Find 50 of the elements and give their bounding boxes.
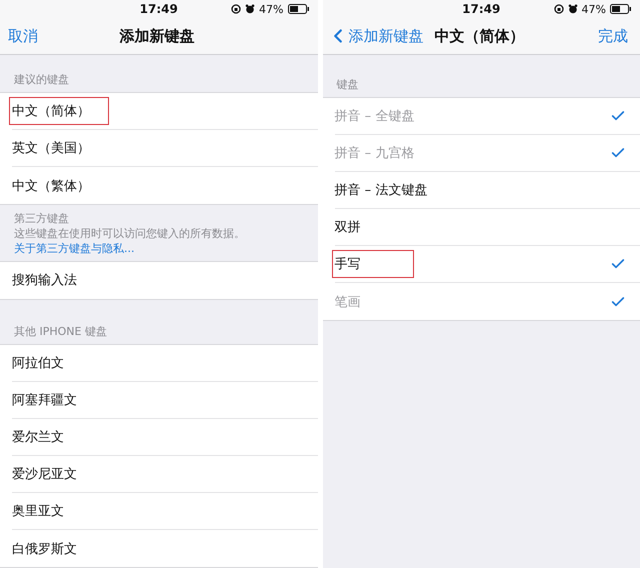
keyboard-label: 拼音 – 全键盘 — [334, 108, 416, 126]
keyboard-label: 笔画 — [334, 294, 362, 312]
nav-title: 中文（简体） — [434, 26, 524, 46]
keyboard-row[interactable]: 手写 — [334, 246, 640, 283]
alarm-icon — [245, 4, 256, 14]
keyboard-label: 阿拉伯文 — [11, 355, 65, 374]
keyboard-row[interactable]: 白俄罗斯文 — [12, 530, 318, 568]
keyboard-label: 手写 — [332, 250, 414, 278]
done-button[interactable]: 完成 — [598, 26, 628, 46]
section-header: 键盘 — [336, 77, 360, 92]
keyboard-label: 阿塞拜疆文 — [11, 392, 78, 410]
keyboard-row[interactable]: 奥里亚文 — [12, 493, 318, 530]
privacy-link[interactable]: 关于第三方键盘与隐私... — [14, 240, 134, 256]
rotation-lock-icon — [231, 4, 242, 14]
keyboard-row[interactable]: 中文（繁体） — [12, 167, 318, 204]
keyboard-row[interactable]: 英文（美国） — [12, 130, 318, 168]
section-header: 建议的键盘 — [14, 72, 70, 88]
keyboard-label: 爱沙尼亚文 — [11, 466, 78, 484]
status-time: 17:49 — [462, 2, 500, 16]
keyboard-row[interactable]: 拼音 – 法文键盘 — [334, 172, 640, 209]
cancel-button[interactable]: 取消 — [8, 26, 38, 46]
privacy-note: 这些键盘在使用时可以访问您键入的所有数据。 关于第三方键盘与隐私... — [14, 226, 246, 256]
alarm-icon — [568, 4, 578, 14]
keyboard-row[interactable]: 爱沙尼亚文 — [12, 456, 318, 494]
battery-icon — [610, 4, 632, 14]
battery-percent: 47% — [259, 2, 284, 16]
battery-icon — [288, 4, 310, 14]
keyboard-label: 拼音 – 九宫格 — [334, 145, 416, 163]
keyboard-label: 爱尔兰文 — [11, 429, 65, 448]
keyboard-label: 白俄罗斯文 — [11, 540, 78, 559]
rotation-lock-icon — [554, 4, 564, 14]
keyboard-row[interactable]: 中文（简体） — [12, 93, 318, 130]
keyboard-label: 英文（美国） — [11, 140, 91, 158]
section-header: 第三方键盘 — [14, 210, 70, 226]
keyboard-label: 中文（繁体） — [11, 178, 91, 196]
keyboard-row[interactable]: 双拼 — [334, 209, 640, 246]
keyboard-label: 搜狗输入法 — [11, 272, 78, 290]
keyboard-row[interactable]: 爱尔兰文 — [12, 419, 318, 456]
keyboard-label: 中文（简体） — [9, 97, 109, 126]
keyboard-label: 奥里亚文 — [11, 503, 65, 522]
battery-percent: 47% — [582, 2, 606, 16]
back-button[interactable]: 添加新键盘 — [330, 25, 424, 47]
keyboard-row[interactable]: 搜狗输入法 — [12, 262, 318, 299]
keyboard-row[interactable]: 阿拉伯文 — [12, 345, 318, 382]
section-header: 其他 IPHONE 键盘 — [14, 324, 108, 340]
status-time: 17:49 — [140, 2, 178, 16]
keyboard-row[interactable]: 阿塞拜疆文 — [12, 382, 318, 420]
nav-title: 添加新键盘 — [119, 26, 194, 46]
keyboard-label: 拼音 – 法文键盘 — [334, 182, 428, 200]
keyboard-label: 双拼 — [334, 219, 362, 237]
